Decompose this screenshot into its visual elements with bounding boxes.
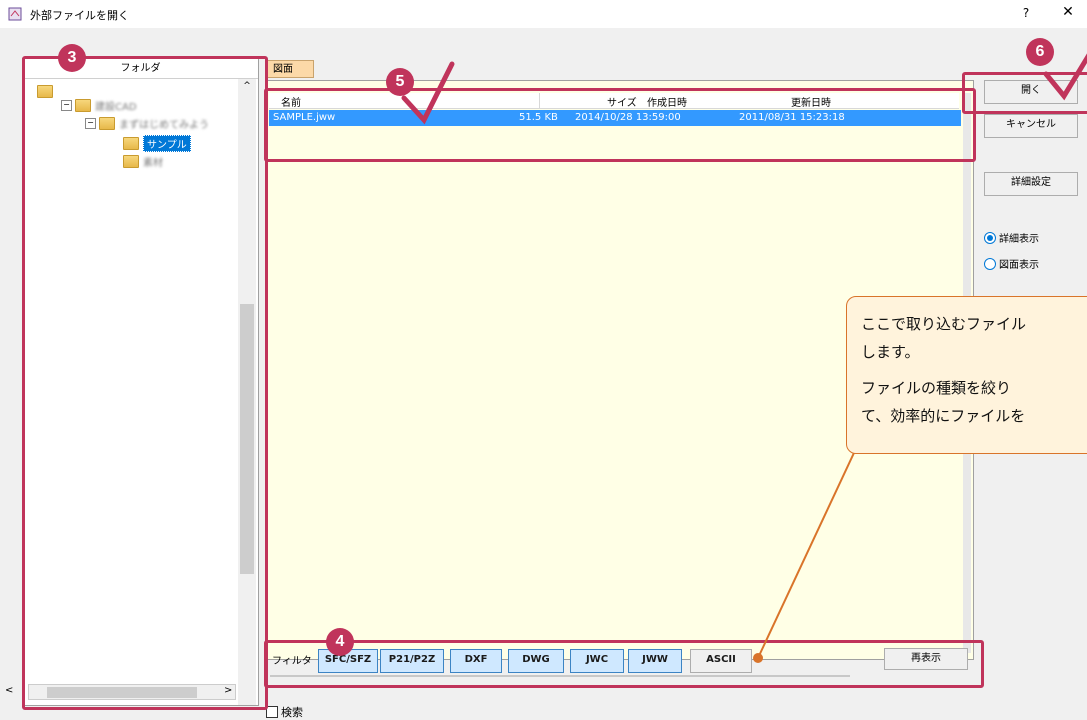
help-button[interactable]: ? <box>1018 6 1034 22</box>
callout-line-2: します。 <box>861 344 920 361</box>
view-detail-radio[interactable]: 詳細表示 <box>984 230 1039 245</box>
close-button[interactable]: ✕ <box>1058 4 1078 24</box>
view-drawing-label: 図面表示 <box>999 260 1039 271</box>
callout-line-1: ここで取り込むファイル <box>861 316 1027 333</box>
app-icon <box>8 7 22 21</box>
badge-6: 6 <box>1026 38 1054 66</box>
highlight-file-row <box>264 88 976 162</box>
badge-5: 5 <box>386 68 414 96</box>
cancel-button[interactable]: キャンセル <box>984 114 1078 138</box>
tab-drawing[interactable]: 図面 <box>266 60 314 78</box>
highlight-filter-bar <box>264 640 984 688</box>
view-drawing-radio[interactable]: 図面表示 <box>984 256 1039 271</box>
window-title: 外部ファイルを開く <box>30 9 129 22</box>
callout-line-3: ファイルの種類を絞り <box>861 380 1012 397</box>
title-bar <box>0 0 1087 28</box>
instruction-callout: ここで取り込むファイル します。 ファイルの種類を絞り て、効率的にファイルを <box>846 296 1087 454</box>
detail-settings-button[interactable]: 詳細設定 <box>984 172 1078 196</box>
search-checkbox[interactable]: 検索 <box>266 704 303 720</box>
view-detail-label: 詳細表示 <box>999 234 1039 245</box>
badge-3: 3 <box>58 44 86 72</box>
highlight-open-button <box>962 72 1087 114</box>
scroll-left-icon[interactable]: < <box>5 685 13 696</box>
radio-checked-icon <box>984 231 996 244</box>
badge-4: 4 <box>326 628 354 656</box>
callout-line-4: て、効率的にファイルを <box>861 408 1026 425</box>
highlight-folder-panel <box>22 56 268 710</box>
highlight-spacer <box>264 466 978 506</box>
radio-unchecked-icon <box>984 257 996 270</box>
search-checkbox-label: 検索 <box>281 706 303 719</box>
